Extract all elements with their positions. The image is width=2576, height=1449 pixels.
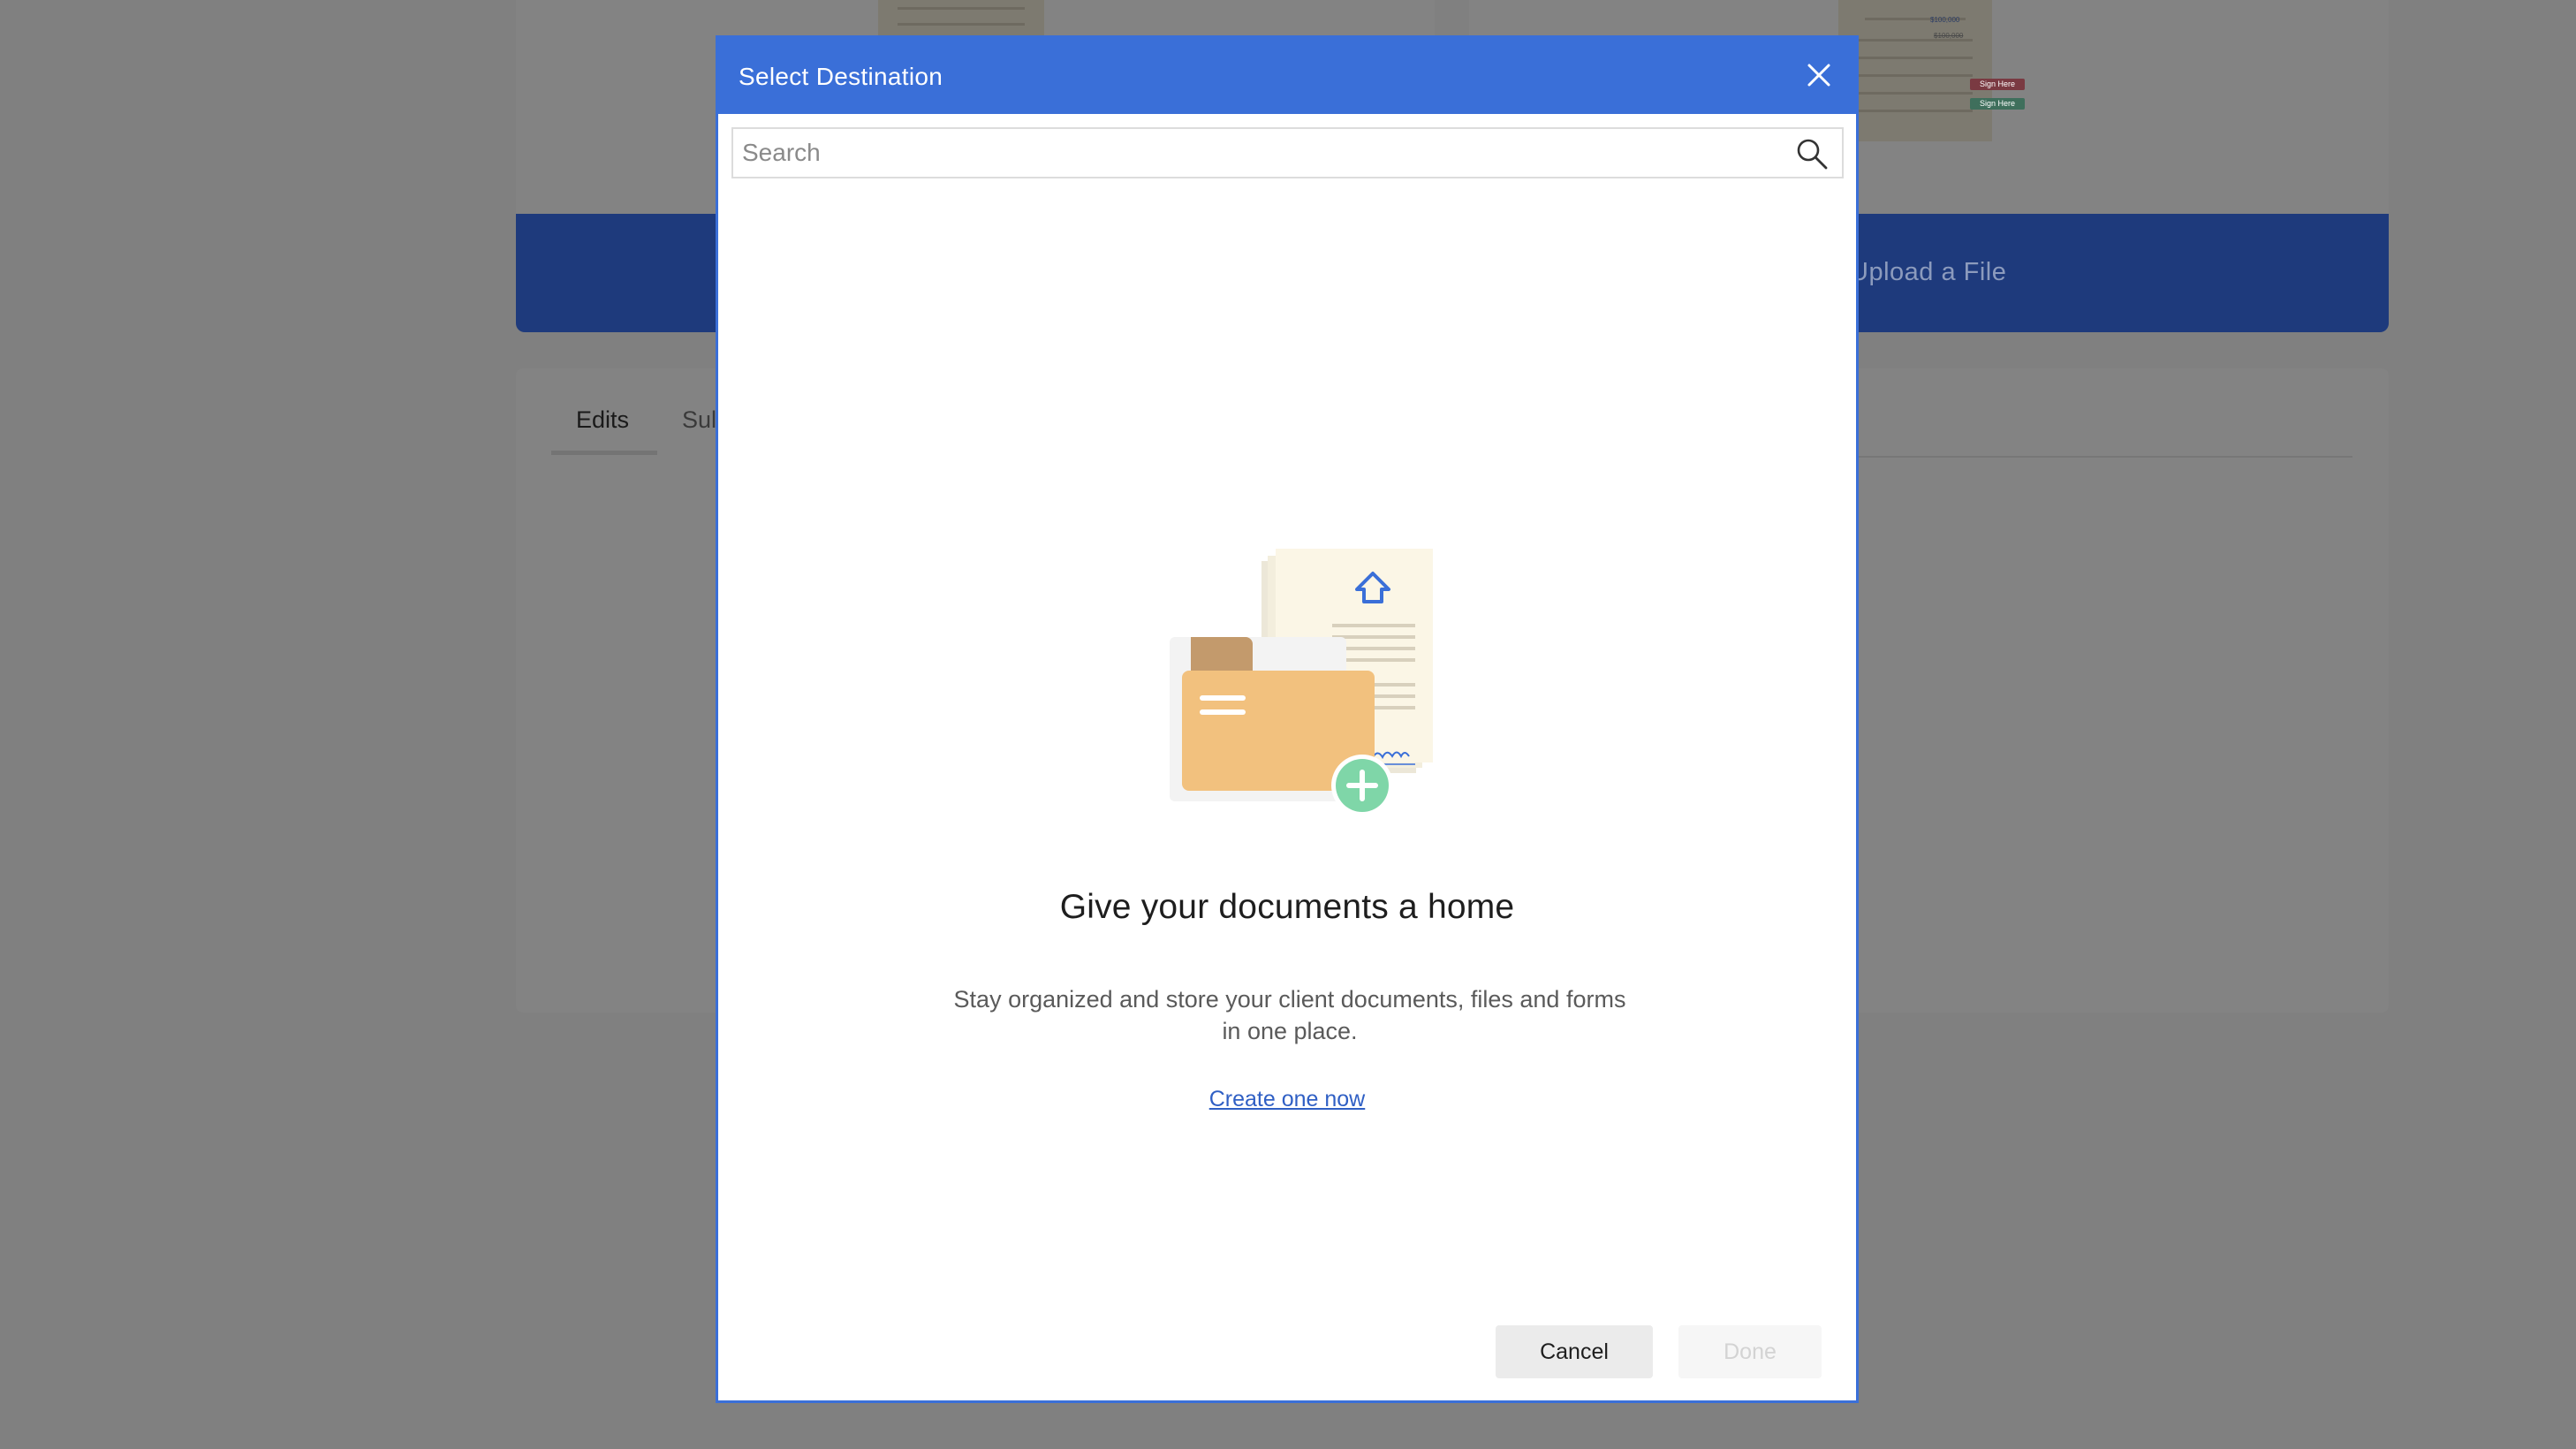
modal-header: Select Destination	[718, 38, 1856, 114]
tab-active-indicator	[551, 451, 657, 455]
search-input[interactable]	[733, 129, 1793, 177]
cancel-button[interactable]: Cancel	[1496, 1325, 1653, 1378]
tab-submissions: Sul	[682, 406, 717, 433]
close-icon	[1807, 64, 1830, 87]
upload-file-button: Upload a File	[1850, 258, 2007, 286]
tabs-divider	[1858, 456, 2352, 458]
empty-state-title: Give your documents a home	[1059, 888, 1515, 926]
amount-label-struck: $100,000	[1934, 32, 1964, 40]
sign-here-tag: Sign Here	[1970, 98, 2025, 110]
done-button[interactable]: Done	[1678, 1325, 1822, 1378]
document-thumbnail-right: $100,000 $100,000	[1838, 0, 1992, 141]
modal-title: Select Destination	[739, 63, 943, 90]
sign-here-tag: Sign Here	[1970, 79, 2025, 90]
empty-state-description: Stay organized and store your client doc…	[953, 986, 1626, 1044]
amount-label: $100,000	[1930, 16, 1960, 24]
close-button[interactable]	[1801, 57, 1837, 93]
search-box	[731, 127, 1844, 178]
select-destination-modal: Select Destination Search Give your docu…	[716, 35, 1859, 1403]
create-one-now-link[interactable]: Create one now	[718, 1087, 1856, 1112]
folder-document-add-illustration	[1170, 549, 1433, 816]
tab-edits: Edits	[576, 406, 630, 433]
search-icon[interactable]	[1794, 136, 1830, 171]
